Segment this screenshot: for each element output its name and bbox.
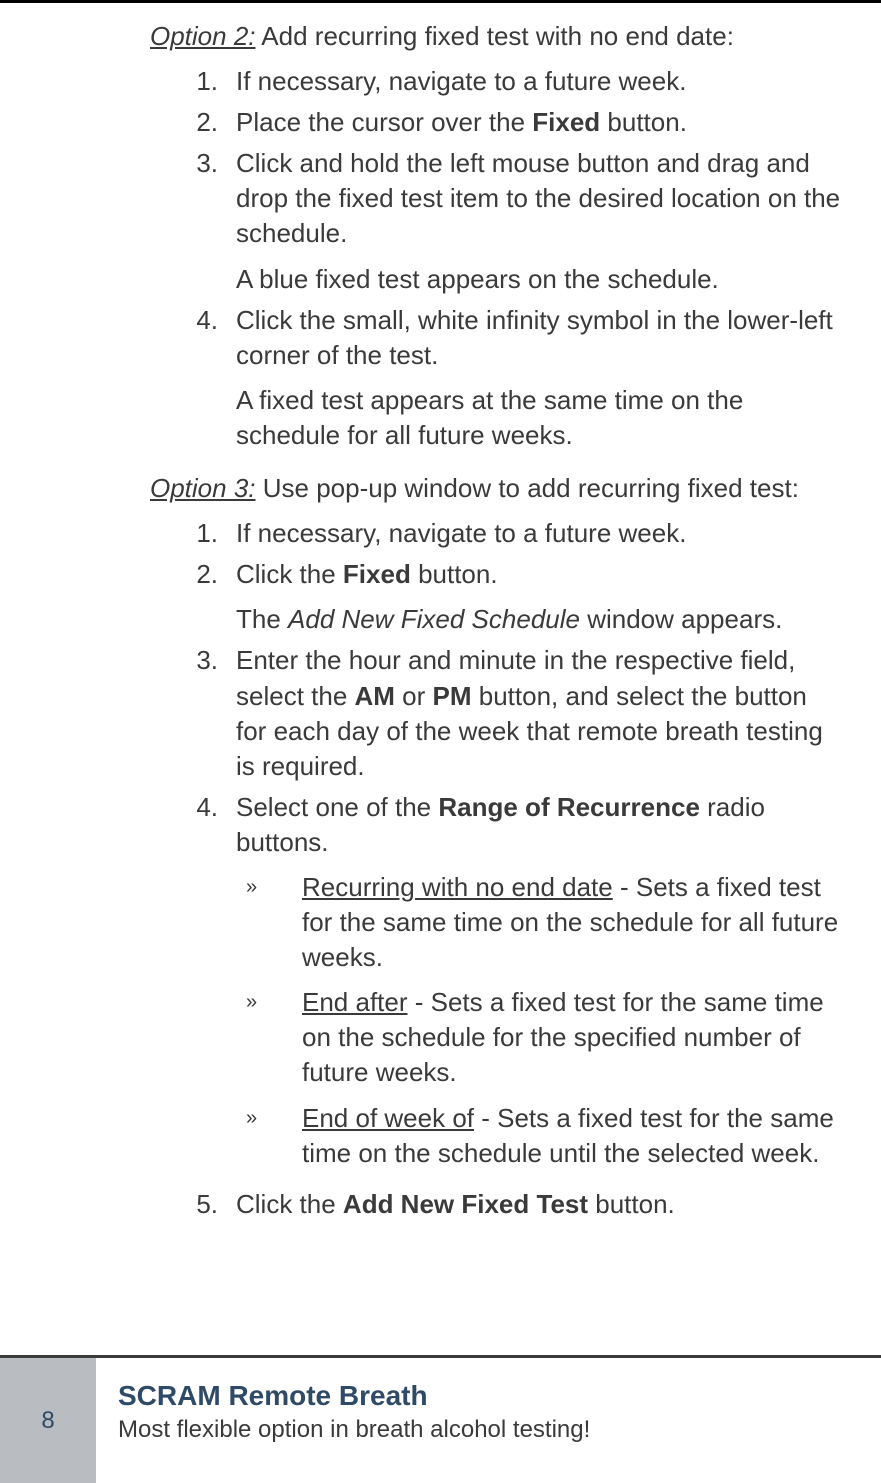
list-item: 3. Enter the hour and minute in the resp… (190, 643, 841, 783)
text: window ap­pears. (580, 604, 782, 634)
footer-text: SCRAM Remote Breath Most flexible option… (96, 1358, 590, 1483)
italic-text: Add New Fixed Schedule (288, 604, 580, 634)
step-body: Click the Fixed button. The Add New Fixe… (236, 557, 841, 637)
list-item: 5. Click the Add New Fixed Test button. (190, 1187, 841, 1222)
underline-text: End of week of (302, 1103, 474, 1133)
text: button. (411, 559, 498, 589)
option3-lead: Use pop-up window to add recurring fixed… (256, 473, 799, 503)
document-page: Option 2: Add recurring fixed test with … (0, 0, 881, 1483)
page-number: 8 (0, 1358, 96, 1483)
text: button. (588, 1189, 675, 1219)
text: Click the (236, 559, 343, 589)
step-number: 1. (190, 516, 236, 551)
list-item: 1. If necessary, navigate to a future we… (190, 516, 841, 551)
chevron-icon: » (246, 870, 302, 975)
sub-item: » Recurring with no end date - Sets a fi… (246, 870, 841, 975)
footer-subtitle: Most flexible option in breath alcohol t… (118, 1416, 590, 1444)
chevron-icon: » (246, 985, 302, 1090)
text: button. (600, 107, 687, 137)
option3-heading: Option 3: Use pop-up window to add recur… (150, 471, 841, 506)
text: Click and hold the left mouse button and… (236, 146, 841, 251)
step-body: Place the cursor over the Fixed button. (236, 105, 841, 140)
step-number: 2. (190, 105, 236, 140)
list-item: 4. Select one of the Range of Recurrence… (190, 790, 841, 1181)
step-number: 3. (190, 643, 236, 783)
list-item: 3. Click and hold the left mouse button … (190, 146, 841, 296)
option2-label: Option 2: (150, 21, 256, 51)
text: Select one of the (236, 792, 438, 822)
list-item: 4. Click the small, white infinity symbo… (190, 303, 841, 453)
step-number: 4. (190, 303, 236, 453)
bold-text: AM (355, 681, 395, 711)
underline-text: Recurring with no end date (302, 872, 613, 902)
option2-heading: Option 2: Add recurring fixed test with … (150, 19, 841, 54)
text: Click the small, white infinity symbol i… (236, 303, 841, 373)
body-content: Option 2: Add recurring fixed test with … (0, 3, 881, 1222)
step-body: Select one of the Range of Recurrence ra… (236, 790, 841, 1181)
underline-text: End after (302, 987, 408, 1017)
step-body: Click and hold the left mouse button and… (236, 146, 841, 296)
footer-title: SCRAM Remote Breath (118, 1380, 590, 1412)
result-text: The Add New Fixed Schedule window ap­pea… (236, 602, 841, 637)
option2-lead: Add recurring fixed test with no end dat… (256, 21, 734, 51)
step-number: 1. (190, 64, 236, 99)
step-body: If necessary, navigate to a future week. (236, 64, 841, 99)
step-number: 4. (190, 790, 236, 1181)
chevron-icon: » (246, 1101, 302, 1171)
step-body: If necessary, navigate to a future week. (236, 516, 841, 551)
option3-steps: 1. If necessary, navigate to a future we… (150, 516, 841, 1222)
text: Click the (236, 1189, 343, 1219)
sub-body: End of week of - Sets a fixed test for t… (302, 1101, 841, 1171)
sub-list: » Recurring with no end date - Sets a fi… (236, 870, 841, 1171)
sub-item: » End of week of - Sets a fixed test for… (246, 1101, 841, 1171)
step-number: 5. (190, 1187, 236, 1222)
text: or (395, 681, 433, 711)
list-item: 1. If necessary, navigate to a future we… (190, 64, 841, 99)
text: The (236, 604, 288, 634)
step-body: Click the small, white infinity symbol i… (236, 303, 841, 453)
step-body: Enter the hour and minute in the respec­… (236, 643, 841, 783)
step-number: 2. (190, 557, 236, 637)
text: Place the cursor over the (236, 107, 532, 137)
result-text: A fixed test appears at the same time on… (236, 383, 841, 453)
step-body: Click the Add New Fixed Test button. (236, 1187, 841, 1222)
option2-steps: 1. If necessary, navigate to a future we… (150, 64, 841, 453)
sub-body: Recurring with no end date - Sets a fixe… (302, 870, 841, 975)
bold-text: Fixed (343, 559, 411, 589)
page-footer: 8 SCRAM Remote Breath Most flexible opti… (0, 1355, 881, 1483)
result-text: A blue fixed test appears on the schedul… (236, 262, 841, 297)
bold-text: Range of Recurrence (438, 792, 700, 822)
sub-body: End after - Sets a fixed test for the sa… (302, 985, 841, 1090)
step-number: 3. (190, 146, 236, 296)
bold-text: Fixed (532, 107, 600, 137)
list-item: 2. Click the Fixed button. The Add New F… (190, 557, 841, 637)
sub-item: » End after - Sets a fixed test for the … (246, 985, 841, 1090)
bold-text: PM (433, 681, 472, 711)
option3-label: Option 3: (150, 473, 256, 503)
list-item: 2. Place the cursor over the Fixed butto… (190, 105, 841, 140)
bold-text: Add New Fixed Test (343, 1189, 588, 1219)
